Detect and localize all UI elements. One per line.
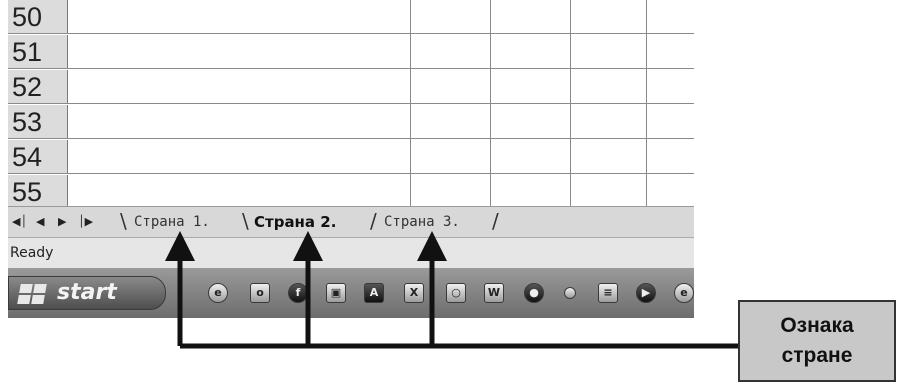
callout-line-1: Ознака: [780, 311, 853, 341]
excel-window: 50 51 52 53 54 55 ◀│ ◀ ▶ │▶ \ Страна 1. …: [8, 0, 694, 318]
notepad-icon[interactable]: ≡: [598, 283, 618, 303]
sheet-row[interactable]: 50: [8, 0, 694, 34]
callout-box: Ознака стране: [738, 300, 896, 382]
row-header[interactable]: 55: [8, 175, 68, 208]
row-header[interactable]: 53: [8, 105, 68, 138]
last-sheet-icon[interactable]: │▶: [78, 215, 93, 228]
windows-logo-icon: [17, 284, 47, 304]
firefox-icon[interactable]: f: [288, 283, 308, 303]
prev-sheet-icon[interactable]: ◀: [36, 215, 44, 228]
column-gridline: [410, 0, 411, 213]
tab-divider: /: [370, 209, 377, 233]
next-sheet-icon[interactable]: ▶: [58, 215, 66, 228]
sheet-row[interactable]: 53: [8, 105, 694, 139]
player-icon[interactable]: ▶: [636, 283, 656, 303]
row-header[interactable]: 54: [8, 140, 68, 173]
callout-line-2: стране: [780, 341, 853, 371]
row-header[interactable]: 51: [8, 35, 68, 68]
sheet-row[interactable]: 52: [8, 70, 694, 104]
sheet-row[interactable]: 55: [8, 175, 694, 209]
outlook-icon[interactable]: o: [250, 283, 270, 303]
start-label: start: [57, 280, 117, 305]
sheet-row[interactable]: 54: [8, 140, 694, 174]
row-header[interactable]: 50: [8, 0, 68, 33]
excel-icon[interactable]: X: [404, 283, 424, 303]
word-icon[interactable]: W: [484, 283, 504, 303]
sheet-tab-bar: ◀│ ◀ ▶ │▶ \ Страна 1. \ Страна 2. / Стра…: [8, 206, 694, 237]
acrobat-icon[interactable]: A: [364, 283, 384, 303]
callout-text: Ознака стране: [780, 311, 853, 371]
folder-icon[interactable]: ▣: [326, 283, 346, 303]
tab-divider: \: [242, 209, 249, 233]
quick-launch-divider: [180, 278, 192, 308]
column-gridline: [570, 0, 571, 213]
extra-icon[interactable]: e: [674, 283, 694, 303]
first-sheet-icon[interactable]: ◀│: [12, 215, 27, 228]
messenger-icon[interactable]: ●: [524, 283, 544, 303]
start-button[interactable]: start: [8, 276, 166, 310]
internet-explorer-icon[interactable]: e: [208, 283, 228, 303]
sheet-row[interactable]: 51: [8, 35, 694, 69]
column-gridline: [646, 0, 647, 213]
tab-sheet-3[interactable]: Страна 3.: [384, 210, 460, 234]
sheet-grid: 50 51 52 53 54 55: [8, 0, 694, 213]
tab-sheet-1[interactable]: Страна 1.: [134, 210, 210, 234]
tab-sheet-2[interactable]: Страна 2.: [254, 210, 336, 234]
status-bar: Ready: [8, 237, 694, 269]
windows-taskbar: start e o f ▣ A X ○ W ● ≡ ▶ e: [8, 268, 694, 318]
row-header[interactable]: 52: [8, 70, 68, 103]
status-text: Ready: [10, 245, 53, 261]
media-icon[interactable]: ○: [446, 283, 466, 303]
tab-divider: \: [120, 209, 127, 233]
tab-divider: /: [492, 209, 499, 233]
small-app-icon[interactable]: [564, 287, 576, 299]
column-gridline: [490, 0, 491, 213]
